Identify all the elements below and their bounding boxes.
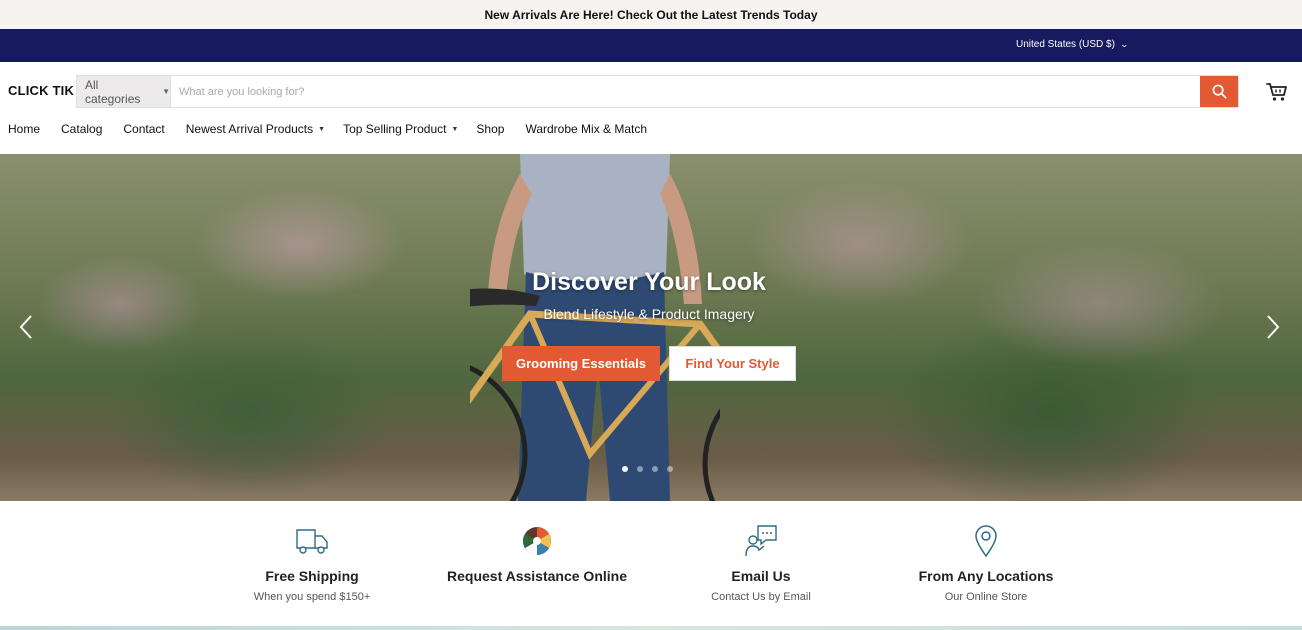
announcement-text: New Arrivals Are Here! Check Out the Lat…	[484, 7, 818, 22]
assistance-icon	[523, 527, 551, 555]
nav-item-label: Wardrobe Mix & Match	[525, 122, 648, 136]
nav-item-label: Catalog	[61, 122, 103, 136]
chevron-down-icon: ▼	[318, 125, 326, 133]
search-button[interactable]	[1200, 76, 1238, 107]
search-bar: All categories ▼	[76, 75, 1239, 108]
slide-dot[interactable]	[652, 466, 658, 472]
cart-button[interactable]	[1266, 82, 1288, 102]
slide-dot[interactable]	[637, 466, 643, 472]
search-input[interactable]	[171, 76, 1200, 107]
main-nav: Home Catalog Contact Newest Arrival Prod…	[8, 122, 647, 136]
nav-item-catalog[interactable]: Catalog	[61, 122, 102, 136]
chevron-down-icon: ▼	[162, 87, 170, 96]
feature-subtitle: Our Online Store	[944, 591, 1028, 603]
feature-request-assistance[interactable]: Request Assistance Online	[417, 523, 657, 584]
email-chat-icon	[745, 525, 777, 557]
site-header: CLICK TIK All categories ▼ Home Catalog	[0, 62, 1302, 154]
nav-item-label: Contact	[123, 122, 165, 136]
truck-icon	[296, 529, 328, 554]
feature-free-shipping: Free Shipping When you spend $150+	[192, 523, 432, 603]
slide-dot[interactable]	[667, 466, 673, 472]
category-select-label: All categories	[85, 77, 141, 106]
nav-item-home[interactable]: Home	[8, 122, 40, 136]
nav-item-label: Newest Arrival Products	[185, 122, 314, 136]
grooming-essentials-button[interactable]: Grooming Essentials	[502, 346, 660, 381]
chevron-down-icon: ⌄	[1119, 40, 1129, 49]
site-logo[interactable]: CLICK TIK	[8, 83, 74, 98]
nav-item-label: Home	[8, 122, 41, 136]
nav-item-newest-arrival-products[interactable]: Newest Arrival Products ▼	[186, 122, 325, 136]
feature-email-us[interactable]: Email Us Contact Us by Email	[641, 523, 881, 603]
nav-item-label: Top Selling Product	[343, 122, 447, 136]
features-row: Free Shipping When you spend $150+ Reque…	[0, 501, 1302, 626]
feature-title: From Any Locations	[918, 568, 1054, 584]
feature-any-locations: From Any Locations Our Online Store	[866, 523, 1106, 603]
find-your-style-button[interactable]: Find Your Style	[669, 346, 796, 381]
nav-item-shop[interactable]: Shop	[476, 122, 504, 136]
chevron-right-icon	[1267, 315, 1280, 339]
feature-subtitle: Contact Us by Email	[711, 591, 811, 603]
feature-title: Request Assistance Online	[447, 568, 627, 584]
hero-title: Discover Your Look	[532, 268, 766, 296]
cart-icon	[1266, 83, 1287, 101]
previous-slide-button[interactable]	[17, 314, 37, 340]
chevron-left-icon	[19, 315, 32, 339]
nav-item-label: Shop	[476, 122, 505, 136]
slide-indicators	[622, 466, 673, 472]
slide-dot[interactable]	[622, 466, 628, 472]
hero-image	[470, 154, 720, 501]
currency-label: United States (USD $)	[1016, 39, 1115, 50]
category-select[interactable]: All categories ▼	[77, 76, 171, 107]
hero-slideshow: Discover Your Look Blend Lifestyle & Pro…	[0, 154, 1302, 501]
search-icon	[1212, 84, 1226, 99]
hero-subtitle: Blend Lifestyle & Product Imagery	[543, 306, 755, 322]
feature-title: Free Shipping	[265, 568, 359, 584]
chevron-down-icon: ▼	[451, 125, 459, 133]
location-pin-icon	[975, 525, 997, 558]
currency-selector[interactable]: United States (USD $) ⌄	[1016, 39, 1129, 50]
nav-item-wardrobe-mix-match[interactable]: Wardrobe Mix & Match	[525, 122, 647, 136]
feature-title: Email Us	[731, 568, 791, 584]
next-slide-button[interactable]	[1262, 314, 1282, 340]
next-section-edge	[0, 626, 1302, 630]
utility-bar: United States (USD $) ⌄	[0, 29, 1302, 62]
nav-item-contact[interactable]: Contact	[123, 122, 164, 136]
nav-item-top-selling-product[interactable]: Top Selling Product ▼	[343, 122, 458, 136]
feature-subtitle: When you spend $150+	[253, 591, 371, 603]
announcement-bar: New Arrivals Are Here! Check Out the Lat…	[0, 0, 1302, 29]
